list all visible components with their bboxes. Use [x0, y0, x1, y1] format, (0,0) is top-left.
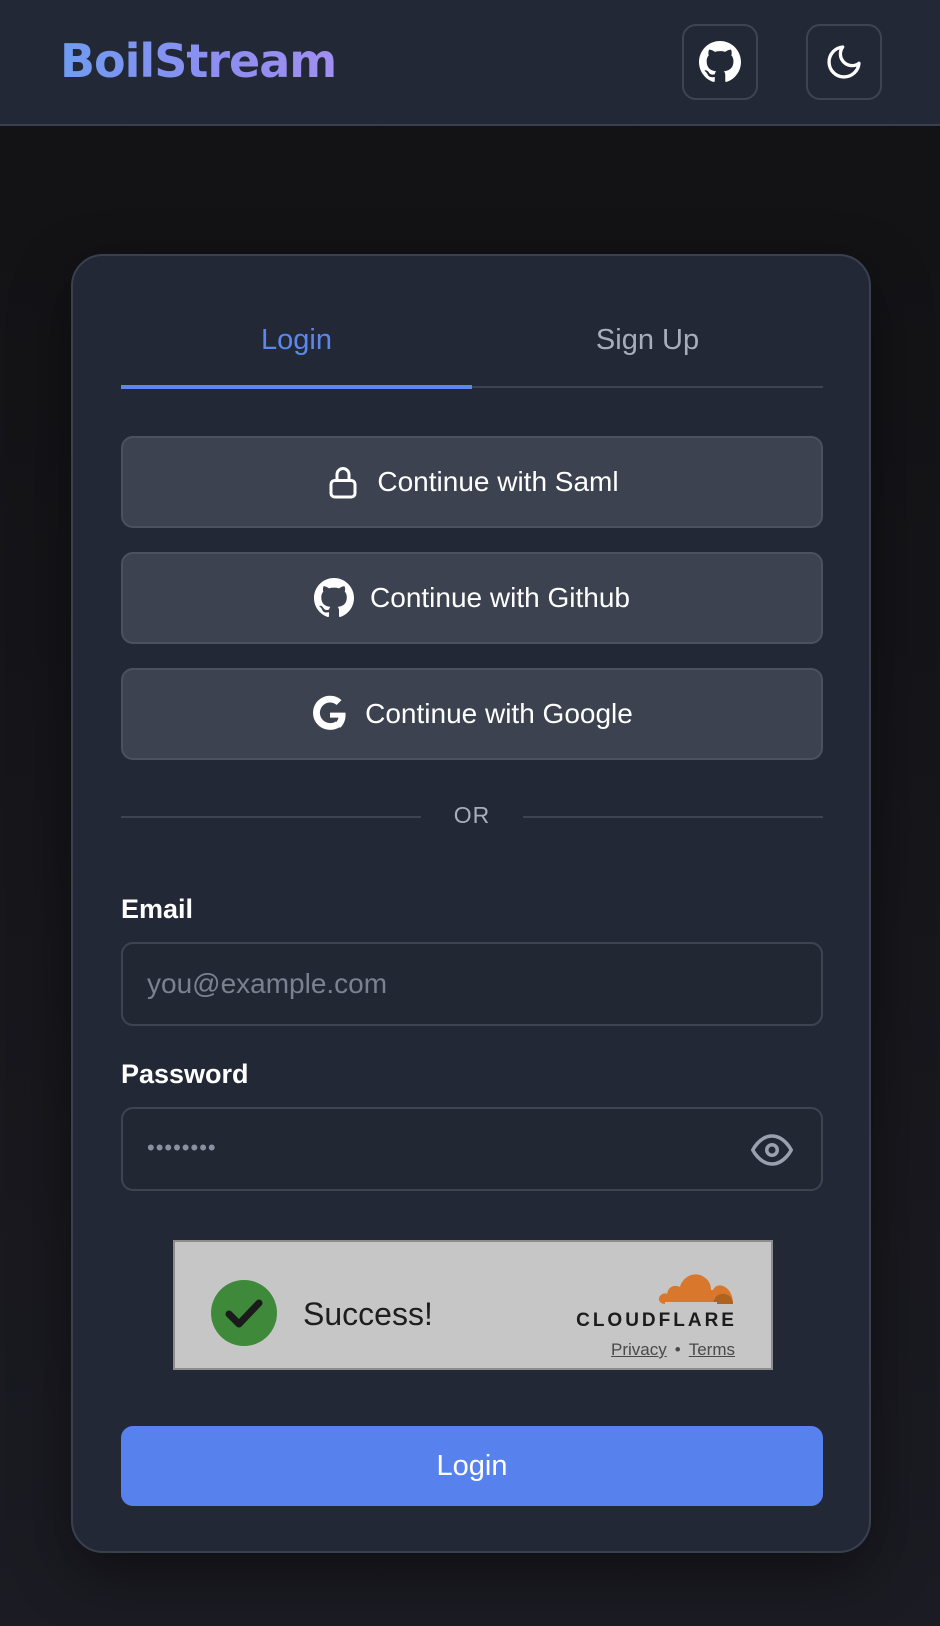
success-check-icon — [211, 1280, 277, 1346]
brand-logo[interactable]: BoilStream — [60, 34, 337, 88]
google-icon — [313, 695, 346, 730]
login-submit-button[interactable]: Login — [121, 1426, 823, 1506]
captcha-widget: Success! CLOUDFLARE Privacy • Terms — [173, 1240, 773, 1370]
top-bar: BoilStream — [0, 0, 940, 126]
auth-card: Login Sign Up Continue with Saml Continu… — [71, 254, 871, 1553]
tab-login[interactable]: Login — [121, 316, 472, 389]
theme-toggle-button[interactable] — [806, 24, 882, 100]
saml-login-label: Continue with Saml — [377, 466, 619, 497]
email-field[interactable] — [147, 944, 767, 1024]
email-field-wrapper — [121, 942, 823, 1026]
google-login-button[interactable]: Continue with Google — [121, 668, 823, 760]
github-login-button[interactable]: Continue with Github — [121, 552, 823, 644]
captcha-status: Success! — [303, 1296, 433, 1332]
moon-icon — [827, 45, 861, 79]
google-login-label: Continue with Google — [365, 698, 633, 729]
cloudflare-cloud-icon — [658, 1274, 733, 1305]
github-icon — [314, 578, 355, 618]
tab-sign-up[interactable]: Sign Up — [472, 316, 823, 386]
github-login-label: Continue with Github — [370, 582, 630, 613]
eye-icon[interactable] — [751, 1129, 793, 1171]
privacy-link[interactable]: Privacy — [611, 1340, 667, 1359]
password-masked-value: •••••••• — [147, 1135, 217, 1160]
github-link-button[interactable] — [682, 24, 758, 100]
link-separator: • — [674, 1340, 681, 1359]
email-label: Email — [121, 894, 194, 924]
password-label: Password — [121, 1059, 249, 1089]
saml-login-button[interactable]: Continue with Saml — [121, 436, 823, 528]
divider-line-right — [523, 816, 823, 818]
terms-link[interactable]: Terms — [689, 1340, 735, 1359]
or-divider: OR — [121, 796, 823, 836]
cloudflare-wordmark: CLOUDFLARE — [576, 1310, 737, 1331]
auth-tabs: Login Sign Up — [121, 316, 823, 389]
github-icon — [699, 41, 741, 82]
captcha-links: Privacy • Terms — [611, 1340, 735, 1360]
lock-icon — [329, 467, 357, 499]
password-field[interactable]: •••••••• — [121, 1107, 823, 1191]
